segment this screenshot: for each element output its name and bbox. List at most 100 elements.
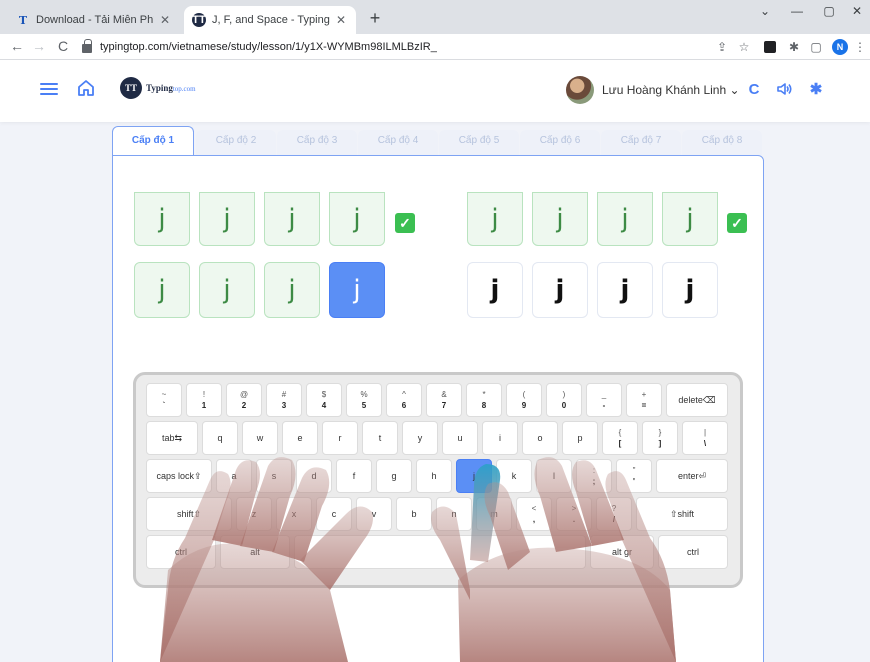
key-h: h bbox=[416, 459, 452, 493]
lesson-key-tile: j bbox=[597, 192, 653, 246]
browser-toolbar: ← → C typingtop.com/vietnamese/study/les… bbox=[0, 34, 870, 60]
minimize-button[interactable]: — bbox=[782, 4, 812, 18]
extension-icon[interactable] bbox=[762, 39, 778, 55]
tab-search-icon[interactable]: ⌄ bbox=[750, 4, 780, 18]
checkmark-icon: ✓ bbox=[727, 213, 747, 233]
key-shift-left: shift⇧ bbox=[146, 497, 232, 531]
key-semicolon: :; bbox=[576, 459, 612, 493]
lesson-key-tile: j bbox=[199, 192, 255, 246]
lesson-key-tile: j bbox=[532, 262, 588, 318]
key-ctrl-left: ctrl bbox=[146, 535, 216, 569]
address-bar[interactable]: typingtop.com/vietnamese/study/lesson/1/… bbox=[82, 37, 722, 57]
key-l: l bbox=[536, 459, 572, 493]
tab-level-4[interactable]: Cấp độ 4 bbox=[358, 130, 438, 156]
profile-avatar-icon[interactable]: N bbox=[832, 39, 848, 55]
key-c: c bbox=[316, 497, 352, 531]
tab-title: Download - Tải Miễn Phí VN - Ph bbox=[36, 14, 154, 26]
key-z: z bbox=[236, 497, 272, 531]
key-3: #3 bbox=[266, 383, 302, 417]
new-tab-button[interactable]: + bbox=[364, 8, 386, 29]
back-arrow-icon[interactable]: ← bbox=[8, 38, 26, 54]
lesson-key-tile: j bbox=[662, 192, 718, 246]
typingtop-t-favicon-icon: T bbox=[18, 13, 28, 27]
logo-text: Typingtop.com bbox=[146, 83, 196, 93]
checkmark-icon: ✓ bbox=[395, 213, 415, 233]
tab-level-8[interactable]: Cấp độ 8 bbox=[682, 130, 762, 156]
chevron-down-icon: ⌄ bbox=[729, 83, 740, 97]
lesson-key-tile: j bbox=[264, 192, 320, 246]
tab-level-3[interactable]: Cấp độ 3 bbox=[277, 130, 357, 156]
key-b: b bbox=[396, 497, 432, 531]
lock-icon bbox=[82, 39, 92, 53]
page-content: TT Typingtop.com Lưu Hoàng Khánh Linh ⌄ … bbox=[0, 60, 870, 662]
url-text: typingtop.com/vietnamese/study/lesson/1/… bbox=[100, 41, 437, 53]
tab-level-6[interactable]: Cấp độ 6 bbox=[520, 130, 600, 156]
restart-icon[interactable]: C bbox=[744, 79, 764, 99]
browser-tab-download[interactable]: T Download - Tải Miễn Phí VN - Ph ✕ bbox=[8, 6, 180, 34]
key-t: t bbox=[362, 421, 398, 455]
key-caps-lock: caps lock⇪ bbox=[146, 459, 212, 493]
key-7: & 7 bbox=[426, 383, 462, 417]
lesson-key-tile: j bbox=[532, 192, 588, 246]
lesson-key-tile: j bbox=[597, 262, 653, 318]
key-tab: tab⇆ bbox=[146, 421, 198, 455]
close-tab-icon[interactable]: ✕ bbox=[334, 13, 348, 27]
key-delete: delete⌫ bbox=[666, 383, 728, 417]
reload-icon[interactable]: C bbox=[54, 38, 72, 54]
key-k: k bbox=[496, 459, 532, 493]
share-icon[interactable]: ⇪ bbox=[714, 39, 730, 55]
settings-gear-icon[interactable]: ✱ bbox=[806, 79, 826, 99]
key-v: v bbox=[356, 497, 392, 531]
lesson-key-tile: j bbox=[329, 192, 385, 246]
key-w: w bbox=[242, 421, 278, 455]
bookmark-star-icon[interactable]: ☆ bbox=[736, 39, 752, 55]
key-0: ) 0 bbox=[546, 383, 582, 417]
browser-tabstrip: T Download - Tải Miễn Phí VN - Ph ✕ TT J… bbox=[0, 0, 870, 34]
logo-domain: top.com bbox=[172, 85, 196, 93]
side-panel-icon[interactable]: ▢ bbox=[808, 39, 824, 55]
key-s: s bbox=[256, 459, 292, 493]
typingtop-favicon-icon: TT bbox=[192, 13, 206, 27]
key-m: m bbox=[476, 497, 512, 531]
typingtop-logo[interactable]: TT Typingtop.com bbox=[120, 77, 196, 99]
key-1: ! 1 bbox=[186, 383, 222, 417]
key-d: d bbox=[296, 459, 332, 493]
lesson-key-tile: j bbox=[134, 192, 190, 246]
key-ctrl-right: ctrl bbox=[658, 535, 728, 569]
extensions-puzzle-icon[interactable]: ✱ bbox=[786, 39, 802, 55]
key-2: @2 bbox=[226, 383, 262, 417]
key-left-bracket: {[ bbox=[602, 421, 638, 455]
tab-level-5[interactable]: Cấp độ 5 bbox=[439, 130, 519, 156]
tab-level-7[interactable]: Cấp độ 7 bbox=[601, 130, 681, 156]
key-q: q bbox=[202, 421, 238, 455]
tab-level-1[interactable]: Cấp độ 1 bbox=[112, 126, 194, 157]
key-comma: <, bbox=[516, 497, 552, 531]
kebab-menu-icon[interactable]: ⋮ bbox=[852, 39, 868, 55]
user-avatar[interactable] bbox=[566, 76, 594, 104]
home-icon[interactable] bbox=[76, 78, 96, 98]
close-window-button[interactable]: ✕ bbox=[842, 4, 870, 18]
key-backslash: | \ bbox=[682, 421, 728, 455]
key-right-bracket: }] bbox=[642, 421, 678, 455]
tab-level-2[interactable]: Cấp độ 2 bbox=[196, 130, 276, 156]
maximize-button[interactable]: ▢ bbox=[814, 4, 844, 18]
lesson-key-tile: j bbox=[662, 262, 718, 318]
level-tabs: Cấp độ 1 Cấp độ 2 Cấp độ 3 Cấp độ 4 Cấp … bbox=[112, 126, 764, 157]
lesson-key-tile: j bbox=[467, 262, 523, 318]
key-enter: enter⏎ bbox=[656, 459, 728, 493]
key-e: e bbox=[282, 421, 318, 455]
key-period: >. bbox=[556, 497, 592, 531]
key-u: u bbox=[442, 421, 478, 455]
lesson-key-tile: j bbox=[199, 262, 255, 318]
close-tab-icon[interactable]: ✕ bbox=[158, 13, 172, 27]
user-menu[interactable]: Lưu Hoàng Khánh Linh ⌄ bbox=[602, 83, 740, 97]
key-9: (9 bbox=[506, 383, 542, 417]
username-label: Lưu Hoàng Khánh Linh bbox=[602, 83, 727, 97]
logo-mark: TT bbox=[120, 77, 142, 99]
virtual-keyboard: ~ ` ! 1 @2 #3 $4 % 5 ^ 6 & 7 * 8 (9 ) 0 _ - + = d… bbox=[133, 372, 743, 588]
sound-icon[interactable] bbox=[774, 79, 794, 99]
browser-tab-typingtop[interactable]: TT J, F, and Space - TypingTop ✕ bbox=[184, 6, 356, 34]
forward-arrow-icon[interactable]: → bbox=[30, 38, 48, 54]
key-shift-right: ⇧shift bbox=[636, 497, 728, 531]
hamburger-menu-icon[interactable] bbox=[40, 80, 58, 96]
